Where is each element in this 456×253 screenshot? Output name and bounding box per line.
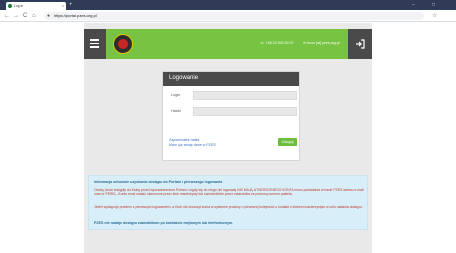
login-panel-header: Logowanie (163, 72, 299, 86)
menu-button[interactable] (84, 29, 106, 59)
browser-tab[interactable]: Log in × (6, 2, 66, 10)
login-panel: Logowanie Login Hasło Zapomniałeś hasła … (162, 71, 300, 161)
page: ☏ +48 22 000 00 07 ✉ biuro [at] pzes.org… (0, 23, 456, 253)
reload-icon[interactable]: C (23, 12, 27, 20)
header-email[interactable]: ✉ biuro [at] pzes.org.pl (303, 41, 340, 45)
info-heading: Informacja odnośnie uzyskania dostępu do… (94, 180, 223, 184)
existing-data-link[interactable]: Mam już swoje dane w PZES (169, 143, 216, 147)
login-button[interactable] (348, 29, 372, 59)
password-label: Hasło (171, 109, 181, 113)
address-bar: ← → C ⌂ ● https://portal.pzes.org.pl ☆ (0, 10, 456, 22)
tab-close-icon[interactable]: × (62, 3, 64, 8)
maximize-icon[interactable]: □ (432, 1, 435, 9)
login-label: Login (171, 93, 181, 97)
info-paragraph-2: Jeżeli występuje problem z pierwszym log… (94, 205, 363, 209)
info-box: Informacja odnośnie uzyskania dostępu do… (88, 175, 368, 230)
logo-emblem (118, 39, 128, 49)
login-title: Logowanie (169, 75, 199, 81)
url-field[interactable]: ● https://portal.pzes.org.pl (44, 12, 424, 20)
info-footer: PZES nie nadaje dostępu zawodnikom po ko… (94, 221, 234, 225)
hamburger-icon (90, 39, 99, 48)
submit-button[interactable]: Zaloguj (278, 138, 297, 146)
home-icon[interactable]: ⌂ (32, 12, 36, 20)
header-phone[interactable]: ☏ +48 22 000 00 07 (260, 41, 294, 45)
forward-icon[interactable]: → (13, 12, 19, 20)
url-text: https://portal.pzes.org.pl (54, 13, 97, 18)
lock-icon: ● (47, 13, 51, 19)
password-input[interactable] (193, 107, 297, 116)
site-header: ☏ +48 22 000 00 07 ✉ biuro [at] pzes.org… (84, 29, 372, 59)
info-paragraph-1: Osoby, które wstąpiły do Kluby przed wpr… (94, 188, 364, 197)
browser-tab-bar: Log in × + – □ (0, 0, 456, 10)
minimize-icon[interactable]: – (412, 1, 415, 9)
star-icon[interactable]: ☆ (432, 12, 437, 20)
page-content: ☏ +48 22 000 00 07 ✉ biuro [at] pzes.org… (84, 23, 372, 253)
tab-title: Log in (14, 4, 24, 8)
back-icon[interactable]: ← (4, 12, 10, 20)
new-tab-button[interactable]: + (69, 1, 73, 9)
logo[interactable] (113, 34, 133, 54)
login-input[interactable] (193, 91, 297, 100)
login-icon (356, 39, 365, 49)
forgot-password-link[interactable]: Zapomniałeś hasła (169, 138, 199, 142)
favicon-icon (8, 4, 12, 8)
